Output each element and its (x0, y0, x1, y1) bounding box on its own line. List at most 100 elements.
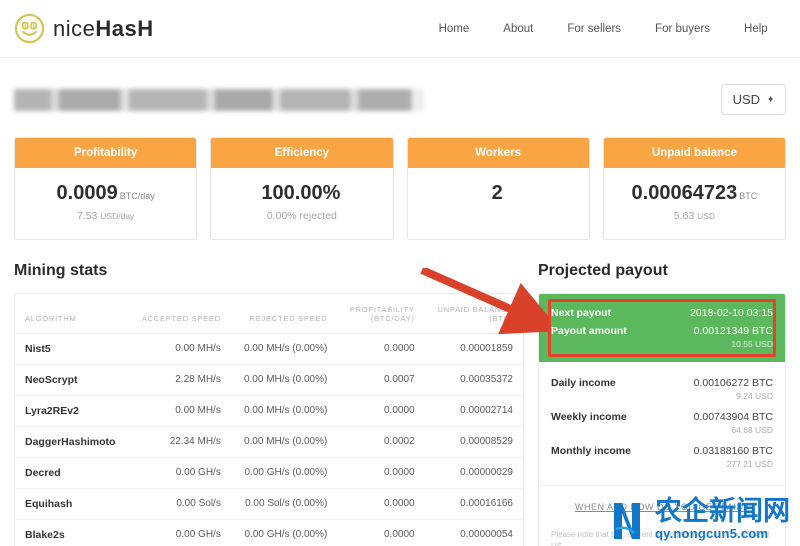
top-navigation-bar: niceHasH Home About For sellers For buye… (0, 0, 800, 58)
payout-amount-usd: 10.55 USD (731, 339, 773, 349)
col-rejected-speed[interactable]: REJECTED SPEED (230, 294, 338, 334)
card-profitability-sub-unit: USD/day (100, 211, 135, 221)
address-row: USD ▲ ▼ (0, 58, 800, 115)
currency-selector[interactable]: USD ▲ ▼ (720, 84, 786, 115)
table-body: Nist5 0.00 MH/s 0.00 MH/s (0.00%) 0.0000… (15, 333, 523, 546)
daily-income-values: 0.00106272 BTC 9.24 USD (694, 377, 773, 401)
table-row: Equihash 0.00 Sol/s 0.00 Sol/s (0.00%) 0… (15, 488, 523, 520)
card-unpaid-balance: Unpaid balance 0.00064723 BTC 5.63 USD (602, 137, 786, 240)
brand-logo[interactable]: niceHasH (14, 13, 154, 44)
projected-payout-section: Projected payout Next payout 2018-02-10 … (538, 262, 786, 546)
card-profitability-sub-value: 7.53 (76, 210, 98, 222)
table-head: ALGORITHM ACCEPTED SPEED REJECTED SPEED … (15, 294, 523, 334)
cell-profitability: 0.0000 (337, 333, 425, 365)
cell-algorithm: Nist5 (15, 333, 129, 365)
mining-stats-title: Mining stats (14, 262, 108, 279)
table-header-row: ALGORITHM ACCEPTED SPEED REJECTED SPEED … (15, 294, 523, 334)
cell-accepted: 0.00 GH/s (175, 529, 221, 541)
card-workers: Workers 2 (406, 137, 590, 240)
card-unpaid-balance-value: 0.00064723 (631, 182, 738, 204)
col-unpaid-balance-sublabel: (BTC) (489, 314, 513, 324)
nav-item-help[interactable]: Help (727, 23, 785, 35)
table-row: Decred 0.00 GH/s 0.00 GH/s (0.00%) 0.000… (15, 457, 523, 489)
card-unpaid-balance-title: Unpaid balance (603, 138, 785, 168)
income-list: Daily income 0.00106272 BTC 9.24 USD Week… (539, 362, 785, 485)
when-and-how-paid-link[interactable]: WHEN AND HOW DO YOU GET PAID? (575, 502, 749, 512)
updown-chevron-icon: ▲ ▼ (767, 94, 774, 104)
cell-profitability: 0.0000 (337, 457, 425, 489)
card-workers-title: Workers (407, 138, 589, 168)
card-efficiency-title: Efficiency (211, 138, 393, 168)
card-efficiency-sub-value: 0.00% rejected (266, 210, 337, 222)
nav-item-home[interactable]: Home (422, 23, 487, 35)
card-unpaid-balance-sub-value: 5.63 (673, 210, 695, 222)
cell-unpaid: 0.00001859 (424, 333, 523, 365)
monthly-income-row: Monthly income 0.03188160 BTC 277.21 USD (551, 440, 773, 474)
col-algorithm[interactable]: ALGORITHM (15, 294, 129, 334)
next-payout-label: Next payout (551, 307, 612, 319)
payout-note: Please note that th… current mining temp… (551, 530, 770, 546)
cell-unpaid: 0.00008529 (424, 426, 523, 458)
main-nav: Home About For sellers For buyers Help R… (422, 23, 800, 35)
cell-rejected: 0.00 MH/s (0.00%) (230, 395, 338, 427)
cell-rejected: 0.00 GH/s (0.00%) (230, 457, 338, 489)
monthly-income-btc: 0.03188160 BTC (693, 445, 773, 457)
card-unpaid-balance-unit: BTC (739, 191, 758, 201)
cell-profitability: 0.0002 (337, 426, 425, 458)
cell-algorithm: Equihash (15, 488, 129, 520)
card-workers-value-row: 2 (414, 182, 583, 205)
table-row: Nist5 0.00 MH/s 0.00 MH/s (0.00%) 0.0000… (15, 333, 523, 365)
col-unpaid-balance-label: UNPAID BALANCE (437, 305, 513, 314)
cell-unpaid: 0.00002714 (424, 395, 523, 427)
card-profitability-value-row: 0.0009 BTC/day (21, 182, 190, 205)
weekly-income-label: Weekly income (551, 411, 627, 423)
weekly-income-btc: 0.00743904 BTC (693, 411, 773, 423)
card-unpaid-balance-sub: 5.63 USD (610, 210, 779, 222)
card-workers-value: 2 (491, 182, 503, 204)
table-row: DaggerHashimoto 22.34 MH/s 0.00 MH/s (0.… (15, 426, 523, 458)
nav-item-for-buyers[interactable]: For buyers (638, 23, 727, 35)
card-profitability-body: 0.0009 BTC/day 7.53 USD/day (15, 168, 196, 239)
cell-accepted: 22.34 MH/s (128, 426, 231, 458)
col-rejected-speed-label: REJECTED SPEED (249, 314, 328, 324)
table-row: Blake2s 0.00 GH/s 0.00 GH/s (0.00%) 0.00… (15, 519, 523, 546)
payout-amount-value-wrap: 0.00121349 BTC 10.55 USD (694, 325, 773, 349)
next-payout-row: Next payout 2018-02-10 03:15 (551, 304, 773, 322)
nav-item-for-sellers[interactable]: For sellers (550, 23, 638, 35)
card-profitability-title: Profitability (15, 138, 197, 168)
table-row: NeoScrypt 2.28 MH/s 0.00 MH/s (0.00%) 0.… (15, 364, 523, 396)
col-unpaid-balance[interactable]: UNPAID BALANCE (BTC) (424, 294, 523, 334)
cell-accepted: 2.28 MH/s (128, 364, 231, 396)
payout-amount-value: 0.00121349 BTC (693, 325, 773, 337)
cell-algorithm: DaggerHashimoto (15, 426, 129, 458)
summary-cards: Profitability 0.0009 BTC/day 7.53 USD/day… (0, 115, 800, 240)
weekly-income-values: 0.00743904 BTC 64.68 USD (694, 411, 773, 435)
card-unpaid-balance-body: 0.00064723 BTC 5.63 USD (604, 168, 785, 239)
daily-income-btc: 0.00106272 BTC (693, 377, 773, 389)
cell-profitability: 0.0000 (383, 529, 415, 541)
card-efficiency-sub: 0.00% rejected (217, 210, 386, 222)
col-profitability[interactable]: PROFITABILITY (BTC/DAY) (337, 294, 425, 334)
cell-unpaid: 0.00000029 (424, 457, 523, 489)
nav-item-about[interactable]: About (486, 23, 550, 35)
cell-profitability: 0.0000 (337, 488, 425, 520)
cell-algorithm: Lyra2REv2 (15, 395, 129, 427)
nav-item-register-login[interactable]: Register / Login (785, 23, 800, 35)
cell-rejected: 0.00 MH/s (0.00%) (230, 364, 338, 396)
card-unpaid-balance-sub-unit: USD (697, 211, 716, 221)
cell-profitability: 0.0000 (337, 395, 425, 427)
card-profitability-sub: 7.53 USD/day (21, 210, 190, 222)
card-profitability: Profitability 0.0009 BTC/day 7.53 USD/day (14, 137, 198, 240)
cell-accepted: 0.00 MH/s (128, 395, 231, 427)
cell-unpaid: 0.00035372 (424, 364, 523, 396)
payout-green-panel: Next payout 2018-02-10 03:15 Payout amou… (539, 294, 785, 362)
mining-stats-table: ALGORITHM ACCEPTED SPEED REJECTED SPEED … (15, 294, 523, 546)
weekly-income-row: Weekly income 0.00743904 BTC 64.68 USD (551, 406, 773, 440)
card-efficiency-body: 100.00% 0.00% rejected (211, 168, 392, 239)
payout-help-link-wrap: WHEN AND HOW DO YOU GET PAID? (539, 485, 785, 524)
page-root: niceHasH Home About For sellers For buye… (0, 0, 800, 546)
col-accepted-speed[interactable]: ACCEPTED SPEED (128, 294, 231, 334)
projected-payout-title: Projected payout (538, 262, 668, 279)
col-profitability-sublabel: (BTC/DAY) (370, 314, 415, 324)
cell-accepted: 0.00 Sol/s (128, 488, 231, 520)
